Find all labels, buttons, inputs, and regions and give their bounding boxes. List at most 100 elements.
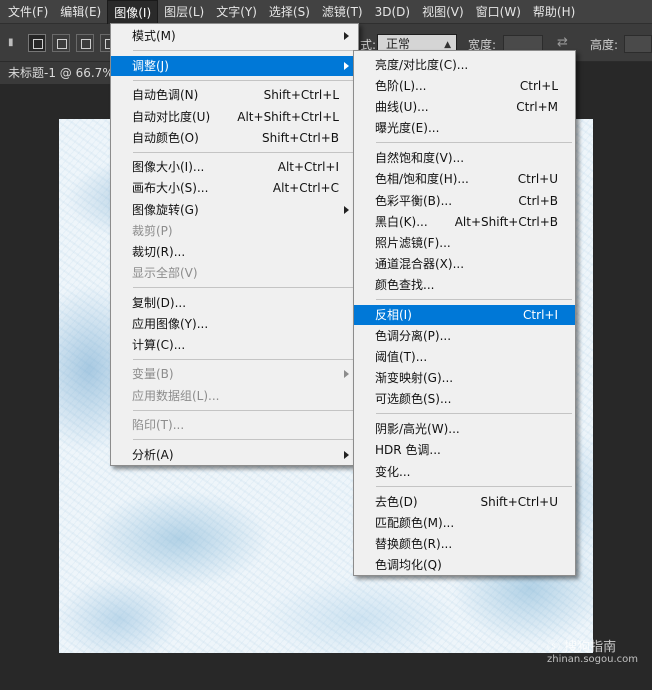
menu-file[interactable]: 文件(F) <box>2 0 54 24</box>
adjust-menu-item-亮度-对比度[interactable]: 亮度/对比度(C)... <box>354 55 575 75</box>
adjust-menu-item-色彩平衡[interactable]: 色彩平衡(B)... Ctrl+B <box>354 191 575 211</box>
adjust-menu-item-可选颜色[interactable]: 可选颜色(S)... <box>354 389 575 409</box>
menu-separator <box>376 413 572 415</box>
menu-help[interactable]: 帮助(H) <box>527 0 581 24</box>
document-tab[interactable]: 未标题-1 @ 66.7% <box>0 62 112 84</box>
menu-item-label: 照片滤镜(F)... <box>375 235 451 250</box>
menu-edit[interactable]: 编辑(E) <box>54 0 107 24</box>
adjust-menu-item-替换颜色[interactable]: 替换颜色(R)... <box>354 534 575 554</box>
height-input[interactable] <box>624 35 652 53</box>
menu-item-shortcut: Ctrl+M <box>516 100 558 115</box>
menu-view[interactable]: 视图(V) <box>416 0 470 24</box>
adjust-menu-item-自然饱和度[interactable]: 自然饱和度(V)... <box>354 148 575 168</box>
menu-item-label: 渐变映射(G)... <box>375 371 454 386</box>
adjust-menu-item-去色[interactable]: 去色(D) Shift+Ctrl+U <box>354 492 575 512</box>
adjust-menu-item-反相[interactable]: 反相(I) Ctrl+I <box>354 304 575 325</box>
menu-item-label: 去色(D) <box>375 494 418 509</box>
watermark-logo: ⓢ 搜狗指南 <box>547 636 616 655</box>
toolbar-grip-icon[interactable]: ▮ <box>8 38 18 48</box>
menu-filter[interactable]: 滤镜(T) <box>316 0 369 24</box>
menu-separator <box>133 50 355 52</box>
image-menu-item-模式[interactable]: 模式(M) <box>111 26 358 46</box>
adjust-menu-item-照片滤镜[interactable]: 照片滤镜(F)... <box>354 233 575 253</box>
menu-item-label: 色相/饱和度(H)... <box>375 172 469 187</box>
menu-item-shortcut: Ctrl+B <box>518 193 558 208</box>
adjust-menu-item-匹配颜色[interactable]: 匹配颜色(M)... <box>354 513 575 533</box>
image-menu-item-裁切[interactable]: 裁切(R)... <box>111 242 358 262</box>
image-menu-item-显示全部: 显示全部(V) <box>111 263 358 283</box>
menu-window[interactable]: 窗口(W) <box>470 0 527 24</box>
menu-item-label: 通道混合器(X)... <box>375 256 465 271</box>
adjust-menu-item-阈值[interactable]: 阈值(T)... <box>354 347 575 367</box>
menu-item-label: 匹配颜色(M)... <box>375 515 455 530</box>
menu-item-label: 色调分离(P)... <box>375 329 452 343</box>
menu-item-shortcut: Shift+Ctrl+B <box>262 130 339 145</box>
adjust-menu-item-通道混合器[interactable]: 通道混合器(X)... <box>354 254 575 274</box>
image-menu-item-应用数据组: 应用数据组(L)... <box>111 386 358 406</box>
image-menu-item-分析[interactable]: 分析(A) <box>111 445 358 465</box>
menu-item-shortcut: Ctrl+U <box>517 172 558 187</box>
menu-item-label: 曲线(U)... <box>375 100 429 115</box>
adjust-menu-item-曝光度[interactable]: 曝光度(E)... <box>354 118 575 138</box>
menu-type[interactable]: 文字(Y) <box>210 0 263 24</box>
adjustments-submenu: 亮度/对比度(C)... 色阶(L)... Ctrl+L 曲线(U)... Ctrl+M… <box>353 50 576 576</box>
adjust-menu-item-颜色查找[interactable]: 颜色查找... <box>354 275 575 295</box>
menu-separator <box>133 286 355 288</box>
menu-bar: 文件(F) 编辑(E) 图像(I) 图层(L) 文字(Y) 选择(S) 滤镜(T… <box>0 0 652 24</box>
menu-item-shortcut: Shift+Ctrl+L <box>263 88 339 103</box>
menu-item-label: 画布大小(S)... <box>132 181 209 196</box>
menu-item-label: 颜色查找... <box>375 277 435 292</box>
height-label: 高度: <box>590 38 619 52</box>
menu-item-shortcut: Alt+Ctrl+C <box>272 181 339 196</box>
menu-item-label: 亮度/对比度(C)... <box>375 58 469 72</box>
image-menu-item-复制[interactable]: 复制(D)... <box>111 293 358 313</box>
menu-item-label: 分析(A) <box>132 447 174 462</box>
image-menu-item-调整[interactable]: 调整(J) <box>111 55 358 76</box>
menu-item-label: 应用图像(Y)... <box>132 316 209 331</box>
image-menu-item-自动色调[interactable]: 自动色调(N) Shift+Ctrl+L <box>111 85 358 105</box>
adjust-menu-item-阴影-高光[interactable]: 阴影/高光(W)... <box>354 419 575 439</box>
adjust-menu-item-渐变映射[interactable]: 渐变映射(G)... <box>354 368 575 388</box>
adjust-menu-item-hdr-色调[interactable]: HDR 色调... <box>354 440 575 460</box>
menu-item-label: 复制(D)... <box>132 295 187 310</box>
menu-layer[interactable]: 图层(L) <box>158 0 210 24</box>
image-menu-item-应用图像[interactable]: 应用图像(Y)... <box>111 314 358 334</box>
image-menu-item-图像旋转[interactable]: 图像旋转(G) <box>111 200 358 220</box>
image-menu-item-自动对比度[interactable]: 自动对比度(U) Alt+Shift+Ctrl+L <box>111 107 358 127</box>
menu-item-label: 阴影/高光(W)... <box>375 422 460 437</box>
adjust-menu-item-变化[interactable]: 变化... <box>354 462 575 482</box>
adjust-menu-item-色调分离[interactable]: 色调分离(P)... <box>354 326 575 346</box>
menu-image[interactable]: 图像(I) <box>107 0 159 24</box>
menu-item-label: 陷印(T)... <box>132 418 185 433</box>
submenu-arrow-icon <box>344 450 349 459</box>
adjust-menu-item-色阶[interactable]: 色阶(L)... Ctrl+L <box>354 76 575 96</box>
menu-3d[interactable]: 3D(D) <box>369 0 416 24</box>
menu-item-label: 模式(M) <box>132 29 176 43</box>
image-menu-item-图像大小[interactable]: 图像大小(I)... Alt+Ctrl+I <box>111 157 358 177</box>
subtract-selection-icon[interactable] <box>76 34 94 52</box>
image-menu-item-自动颜色[interactable]: 自动颜色(O) Shift+Ctrl+B <box>111 128 358 148</box>
menu-item-label: 自动颜色(O) <box>132 130 199 145</box>
adjust-menu-item-色调均化[interactable]: 色调均化(Q) <box>354 555 575 575</box>
menu-item-label: 色彩平衡(B)... <box>375 193 453 208</box>
menu-separator <box>376 298 572 300</box>
image-menu-item-计算[interactable]: 计算(C)... <box>111 335 358 355</box>
menu-item-label: 显示全部(V) <box>132 265 198 280</box>
image-menu-item-裁剪: 裁剪(P) <box>111 221 358 241</box>
menu-item-label: 图像旋转(G) <box>132 202 199 217</box>
adjust-menu-item-黑白[interactable]: 黑白(K)... Alt+Shift+Ctrl+B <box>354 212 575 232</box>
menu-item-label: 自动色调(N) <box>132 88 199 103</box>
image-menu: 模式(M) 调整(J) 自动色调(N) Shift+Ctrl+L 自动对比度(U) Alt… <box>110 23 359 466</box>
new-selection-icon[interactable] <box>28 34 46 52</box>
adjust-menu-item-曲线[interactable]: 曲线(U)... Ctrl+M <box>354 97 575 117</box>
menu-item-label: 自动对比度(U) <box>132 109 211 124</box>
image-menu-item-画布大小[interactable]: 画布大小(S)... Alt+Ctrl+C <box>111 178 358 198</box>
menu-item-label: 调整(J) <box>132 58 169 73</box>
menu-select[interactable]: 选择(S) <box>263 0 316 24</box>
adjust-menu-item-色相-饱和度[interactable]: 色相/饱和度(H)... Ctrl+U <box>354 169 575 189</box>
swap-icon[interactable]: ⇄ <box>557 35 568 50</box>
add-selection-icon[interactable] <box>52 34 70 52</box>
menu-separator <box>133 409 355 411</box>
menu-item-label: 反相(I) <box>375 307 412 322</box>
submenu-arrow-icon <box>344 61 349 70</box>
